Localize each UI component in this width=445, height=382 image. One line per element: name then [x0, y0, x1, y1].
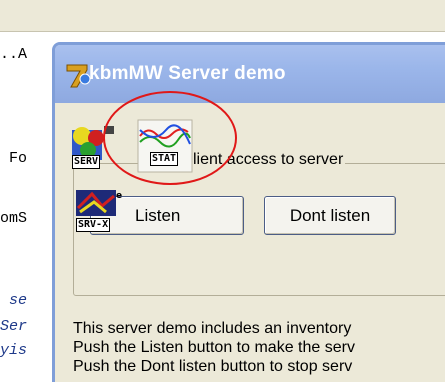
- svg-text:e: e: [116, 191, 122, 201]
- dont-listen-button[interactable]: Dont listen: [264, 196, 396, 235]
- annotation-circle: [103, 91, 237, 185]
- description-line: This server demo includes an inventory: [73, 320, 352, 337]
- code-line: se: [0, 292, 28, 309]
- server-x-icon[interactable]: e SRV-X: [72, 188, 132, 238]
- description-line: Push the Listen button to make the serv: [73, 339, 355, 356]
- server-icon-label: SERV: [72, 155, 101, 169]
- code-line: ..A: [0, 46, 28, 63]
- delphi-app-icon: [66, 64, 91, 88]
- code-line: yis: [0, 342, 28, 359]
- code-line: Ser: [0, 318, 28, 335]
- code-line: omS: [0, 210, 28, 227]
- ide-toolbar-strip: [0, 0, 445, 32]
- server-x-icon-label: SRV-X: [76, 218, 111, 232]
- window-title: kbmMW Server demo: [89, 63, 286, 84]
- code-line: Fo: [0, 150, 28, 167]
- description-line: Push the Dont listen button to stop serv: [73, 358, 353, 375]
